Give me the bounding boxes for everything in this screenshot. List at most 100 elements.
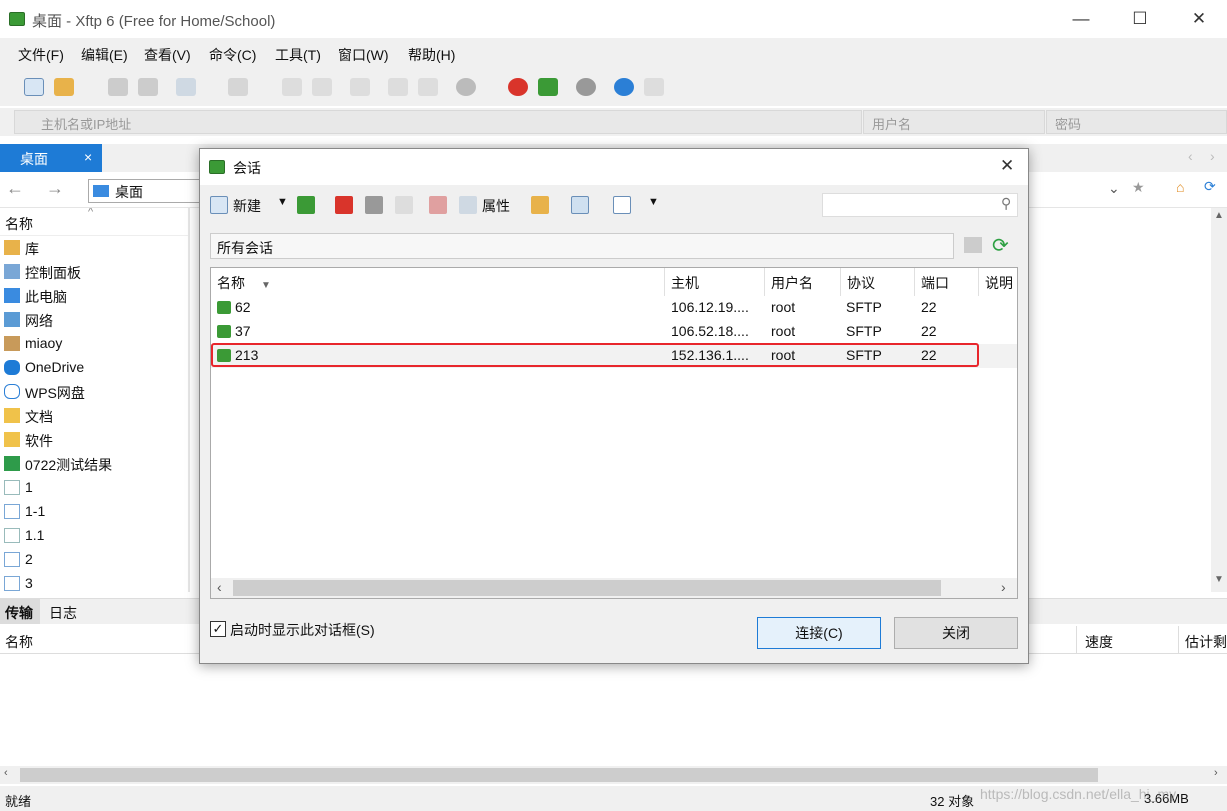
menu-file[interactable]: 文件(F) xyxy=(18,45,64,65)
scroll-left-icon[interactable]: ‹ xyxy=(4,767,8,779)
menu-view[interactable]: 查看(V) xyxy=(144,45,191,65)
gear-icon[interactable] xyxy=(576,78,596,96)
properties-button-label[interactable]: 属性 xyxy=(482,196,510,216)
refresh-icon[interactable]: ⟳ xyxy=(1204,178,1216,195)
col-speed[interactable]: 速度 xyxy=(1085,632,1113,652)
minimize-button[interactable]: — xyxy=(1066,6,1096,32)
col-header-protocol[interactable]: 协议 xyxy=(841,268,915,296)
home-icon[interactable]: ⌂ xyxy=(1176,179,1184,195)
scroll-right-icon[interactable]: › xyxy=(1214,767,1218,779)
encoding-icon[interactable] xyxy=(456,78,476,96)
view-dropdown-icon[interactable]: ▼ xyxy=(648,196,659,208)
tree-item[interactable]: 控制面板 xyxy=(0,260,188,284)
vertical-scrollbar[interactable]: ▲ ▼ xyxy=(1211,208,1227,592)
back-icon[interactable]: ← xyxy=(6,178,24,199)
startup-checkbox-label[interactable]: 启动时显示此对话框(S) xyxy=(230,620,375,640)
tab-close-icon[interactable]: × xyxy=(84,149,92,165)
paste-icon[interactable] xyxy=(395,196,413,214)
scroll-left-icon[interactable]: ‹ xyxy=(217,579,222,595)
delete-icon[interactable] xyxy=(429,196,447,214)
startup-checkbox[interactable]: ✓ xyxy=(210,621,226,637)
copy-icon[interactable] xyxy=(365,196,383,214)
scroll-down-icon[interactable]: ▼ xyxy=(1214,574,1224,585)
tab-transfer[interactable]: 传输 xyxy=(0,599,40,624)
tree-item[interactable]: miaoy xyxy=(0,332,188,356)
menu-window[interactable]: 窗口(W) xyxy=(338,45,389,65)
xshell-icon[interactable] xyxy=(508,78,528,96)
download-icon[interactable] xyxy=(312,78,332,96)
save-session-icon[interactable] xyxy=(297,196,315,214)
tab-desktop[interactable]: 桌面 × xyxy=(0,144,102,172)
tab-next-icon[interactable]: › xyxy=(1210,148,1215,164)
copy-icon[interactable] xyxy=(388,78,408,96)
properties-icon[interactable] xyxy=(176,78,196,96)
bookmark-icon[interactable]: ★ xyxy=(1132,179,1145,196)
shortcut-icon[interactable] xyxy=(571,196,589,214)
col-header-name[interactable]: 名称 ▼ xyxy=(211,268,665,296)
tree-item[interactable]: 1.1 xyxy=(0,524,188,548)
tree-item[interactable]: WPS网盘 xyxy=(0,380,188,404)
col-header-user[interactable]: 用户名 xyxy=(765,268,841,296)
new-dropdown-icon[interactable]: ▼ xyxy=(277,196,288,208)
session-row-selected[interactable]: 213 152.136.1.... root SFTP 22 xyxy=(211,343,1017,368)
scroll-up-icon[interactable]: ▲ xyxy=(1214,210,1224,221)
password-input[interactable]: 密码 xyxy=(1046,110,1227,134)
tree-item[interactable]: 0722测试结果 xyxy=(0,452,188,476)
cut-icon[interactable] xyxy=(335,196,353,214)
location-box[interactable]: 桌面 xyxy=(88,179,200,203)
xftp-icon[interactable] xyxy=(538,78,558,96)
view-mode-icon[interactable] xyxy=(613,196,631,214)
close-dialog-button[interactable]: 关闭 xyxy=(894,617,1018,649)
tree-item[interactable]: 文档 xyxy=(0,404,188,428)
folder-icon[interactable] xyxy=(531,196,549,214)
list-horizontal-scrollbar[interactable]: ‹ › xyxy=(211,578,1017,598)
host-input[interactable]: 主机名或IP地址 xyxy=(14,110,862,134)
help-icon[interactable] xyxy=(614,78,634,96)
connect-button[interactable]: 连接(C) xyxy=(757,617,881,649)
terminal-icon[interactable] xyxy=(228,78,248,96)
scroll-thumb[interactable] xyxy=(233,580,941,596)
tree-item[interactable]: 网络 xyxy=(0,308,188,332)
session-row[interactable]: 62 106.12.19.... root SFTP 22 xyxy=(211,296,1017,320)
close-button[interactable]: ✕ xyxy=(1184,6,1214,32)
connect-icon[interactable] xyxy=(108,78,128,96)
tree-item[interactable]: OneDrive xyxy=(0,356,188,380)
menu-tools[interactable]: 工具(T) xyxy=(275,45,321,65)
col-eta[interactable]: 估计剩 xyxy=(1185,632,1227,652)
session-row[interactable]: 37 106.52.18.... root SFTP 22 xyxy=(211,320,1017,344)
tree-item[interactable]: 此电脑 xyxy=(0,284,188,308)
tree-item[interactable]: 2 xyxy=(0,548,188,572)
horizontal-scrollbar[interactable]: ‹ › xyxy=(0,766,1227,784)
col-header-port[interactable]: 端口 xyxy=(915,268,979,296)
menu-edit[interactable]: 编辑(E) xyxy=(81,45,128,65)
transfer-icon[interactable] xyxy=(350,78,370,96)
tree-item[interactable]: 3 xyxy=(0,572,188,592)
refresh-icon[interactable]: ⟳ xyxy=(992,233,1009,258)
new-session-icon[interactable] xyxy=(24,78,44,96)
menu-command[interactable]: 命令(C) xyxy=(209,45,256,65)
new-button-label[interactable]: 新建 xyxy=(233,196,261,216)
name-column-header[interactable]: 名称 ^ xyxy=(0,208,188,236)
tree-item[interactable]: 库 xyxy=(0,236,188,260)
tree-item[interactable]: 1 xyxy=(0,476,188,500)
tab-prev-icon[interactable]: ‹ xyxy=(1188,148,1193,164)
new-session-icon[interactable] xyxy=(210,196,228,214)
forward-icon[interactable]: → xyxy=(46,178,64,199)
tree-item[interactable]: 1-1 xyxy=(0,500,188,524)
upload-icon[interactable] xyxy=(282,78,302,96)
col-header-description[interactable]: 说明 xyxy=(979,268,1017,296)
maximize-button[interactable]: ☐ xyxy=(1125,6,1155,32)
open-folder-icon[interactable] xyxy=(54,78,74,96)
tree-item[interactable]: 软件 xyxy=(0,428,188,452)
username-input[interactable]: 用户名 xyxy=(863,110,1045,134)
location-dropdown-icon[interactable]: ⌄ xyxy=(1108,180,1120,197)
chat-icon[interactable] xyxy=(644,78,664,96)
col-name[interactable]: 名称 xyxy=(5,632,33,652)
menu-help[interactable]: 帮助(H) xyxy=(408,45,455,65)
disconnect-icon[interactable] xyxy=(138,78,158,96)
dialog-close-button[interactable]: ✕ xyxy=(1000,156,1014,176)
new-folder-icon[interactable] xyxy=(964,237,982,253)
tab-log[interactable]: 日志 xyxy=(49,603,77,623)
properties-icon[interactable] xyxy=(459,196,477,214)
session-search-input[interactable]: ⚲ xyxy=(822,193,1018,217)
